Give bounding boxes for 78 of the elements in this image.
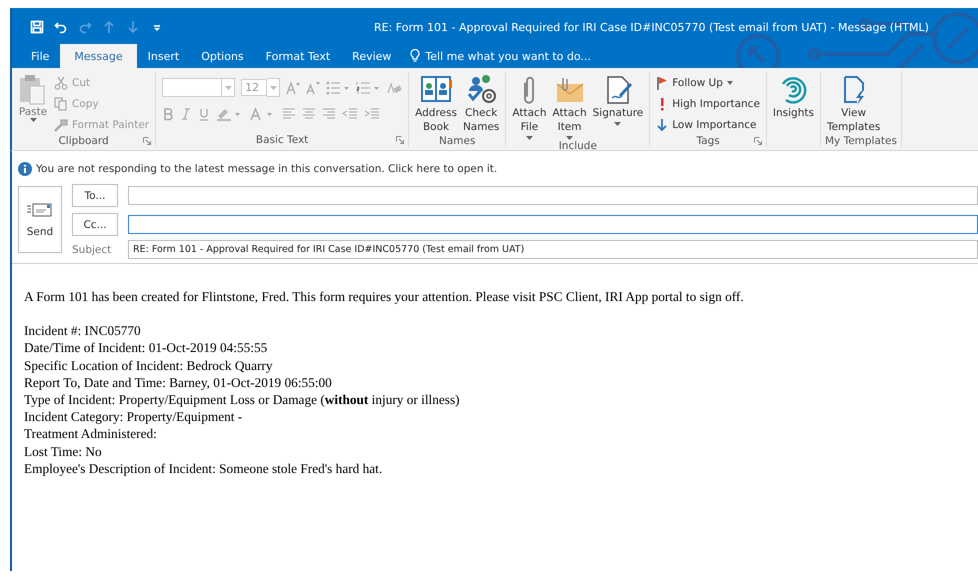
to-button[interactable]: To...	[72, 184, 118, 207]
body-line: Incident Category: Property/Equipment -	[24, 408, 244, 426]
scissors-icon	[54, 76, 68, 90]
signature-button[interactable]: Signature	[590, 74, 646, 126]
lightbulb-icon	[410, 49, 420, 63]
ribbon-tab[interactable]: Options	[190, 44, 255, 68]
paintbrush-icon	[54, 118, 68, 132]
increase-indent-icon[interactable]	[364, 107, 380, 121]
align-left-icon[interactable]	[282, 107, 296, 121]
paperclip-icon	[523, 76, 536, 104]
group-label: Basic Text	[256, 134, 308, 146]
body-line: Employee's Description of Incident: Someone stole Fred's hard hat.	[24, 460, 384, 478]
caret-icon[interactable]	[267, 78, 280, 97]
attach-item-button[interactable]: Attach Item	[550, 74, 589, 140]
attach-file-button[interactable]: Attach File	[510, 74, 548, 140]
font-name-field[interactable]	[162, 78, 222, 97]
group-label: My Templates	[824, 134, 897, 146]
caret-icon	[726, 81, 733, 85]
ribbon-tab[interactable]: File	[20, 44, 60, 68]
dialog-launcher-icon[interactable]	[396, 136, 404, 144]
address-book-button[interactable]: Address Book	[413, 74, 459, 134]
envelope-icon	[27, 202, 53, 218]
caret-icon	[30, 118, 36, 122]
group-label: Names	[439, 134, 476, 146]
save-icon[interactable]	[30, 20, 44, 34]
cc-button[interactable]: Cc...	[72, 213, 118, 236]
bold-icon[interactable]	[162, 107, 174, 121]
numbering-icon[interactable]	[356, 80, 380, 94]
body-line: Date/Time of Incident: 01-Oct-2019 04:55:55	[24, 339, 268, 357]
to-field[interactable]	[128, 186, 978, 205]
follow-up-button[interactable]: Follow Up	[654, 74, 762, 92]
subject-label: Subject	[72, 244, 112, 256]
group-label: Clipboard	[58, 134, 109, 146]
align-center-icon[interactable]	[302, 107, 316, 121]
bullets-icon[interactable]	[326, 80, 350, 94]
info-icon	[18, 162, 32, 176]
insights-button[interactable]: Insights	[770, 74, 816, 120]
caret-icon[interactable]	[222, 78, 236, 97]
high-importance-button[interactable]: High Importance	[654, 95, 762, 113]
shrink-font-icon[interactable]	[306, 80, 320, 94]
tell-me-search[interactable]: Tell me what you want to do...	[406, 44, 595, 68]
down-arrow-icon	[656, 118, 668, 132]
body-line: Incident #: INC05770	[24, 322, 142, 340]
ribbon-tab[interactable]: Format Text	[254, 44, 342, 68]
cc-field[interactable]	[128, 215, 978, 234]
conversation-notice[interactable]: You are not responding to the latest message in this conversation. Click here to open it.	[36, 163, 498, 175]
view-templates-button[interactable]: View Templates	[824, 74, 882, 134]
grow-font-icon[interactable]	[286, 80, 300, 94]
underline-icon[interactable]	[198, 107, 210, 121]
low-importance-button[interactable]: Low Importance	[654, 116, 762, 134]
dialog-launcher-icon[interactable]	[143, 136, 152, 144]
send-button[interactable]: Send	[18, 186, 62, 253]
caret-icon	[526, 136, 533, 140]
align-right-icon[interactable]	[322, 107, 336, 121]
body-line: Treatment Administered:	[24, 425, 158, 443]
body-line: Report To, Date and Time: Barney, 01-Oct-2019 06:55:00	[24, 374, 333, 392]
body-paragraph: A Form 101 has been created for Flintstone, Fred. This form requires your attention. Please visit PSC Client, IRI App portal to sign off.	[24, 288, 745, 306]
group-label: Tags	[696, 134, 720, 146]
check-names-button[interactable]: Check Names	[460, 74, 502, 134]
ribbon-tab[interactable]: Review	[341, 44, 402, 68]
italic-icon[interactable]	[180, 107, 192, 121]
people-check-icon	[465, 74, 498, 106]
undo-icon[interactable]	[54, 20, 68, 34]
decrease-indent-icon[interactable]	[342, 107, 358, 121]
caret-icon	[566, 136, 574, 140]
copy-icon	[54, 97, 68, 111]
ribbon-tab[interactable]: Insert	[136, 44, 190, 68]
clear-formatting-icon[interactable]	[386, 80, 402, 94]
flag-icon	[656, 76, 668, 90]
dialog-launcher-icon[interactable]	[754, 136, 762, 144]
body-line: Specific Location of Incident: Bedrock Quarry	[24, 356, 274, 374]
window-title: RE: Form 101 - Approval Required for IRI Case ID#INC05770 (Test email from UAT) - Message (HTML)	[374, 20, 929, 34]
body-line: Lost Time: No	[24, 442, 103, 460]
ribbon-tab[interactable]: Message	[60, 44, 137, 68]
caret-icon	[614, 122, 622, 126]
group-label: Include	[558, 140, 597, 152]
body-line: Type of Incident: Property/Equipment Loss or Damage (without injury or illness)	[24, 391, 461, 408]
subject-field[interactable]: RE: Form 101 - Approval Required for IRI Case ID#INC05770 (Test email from UAT)	[128, 240, 978, 259]
